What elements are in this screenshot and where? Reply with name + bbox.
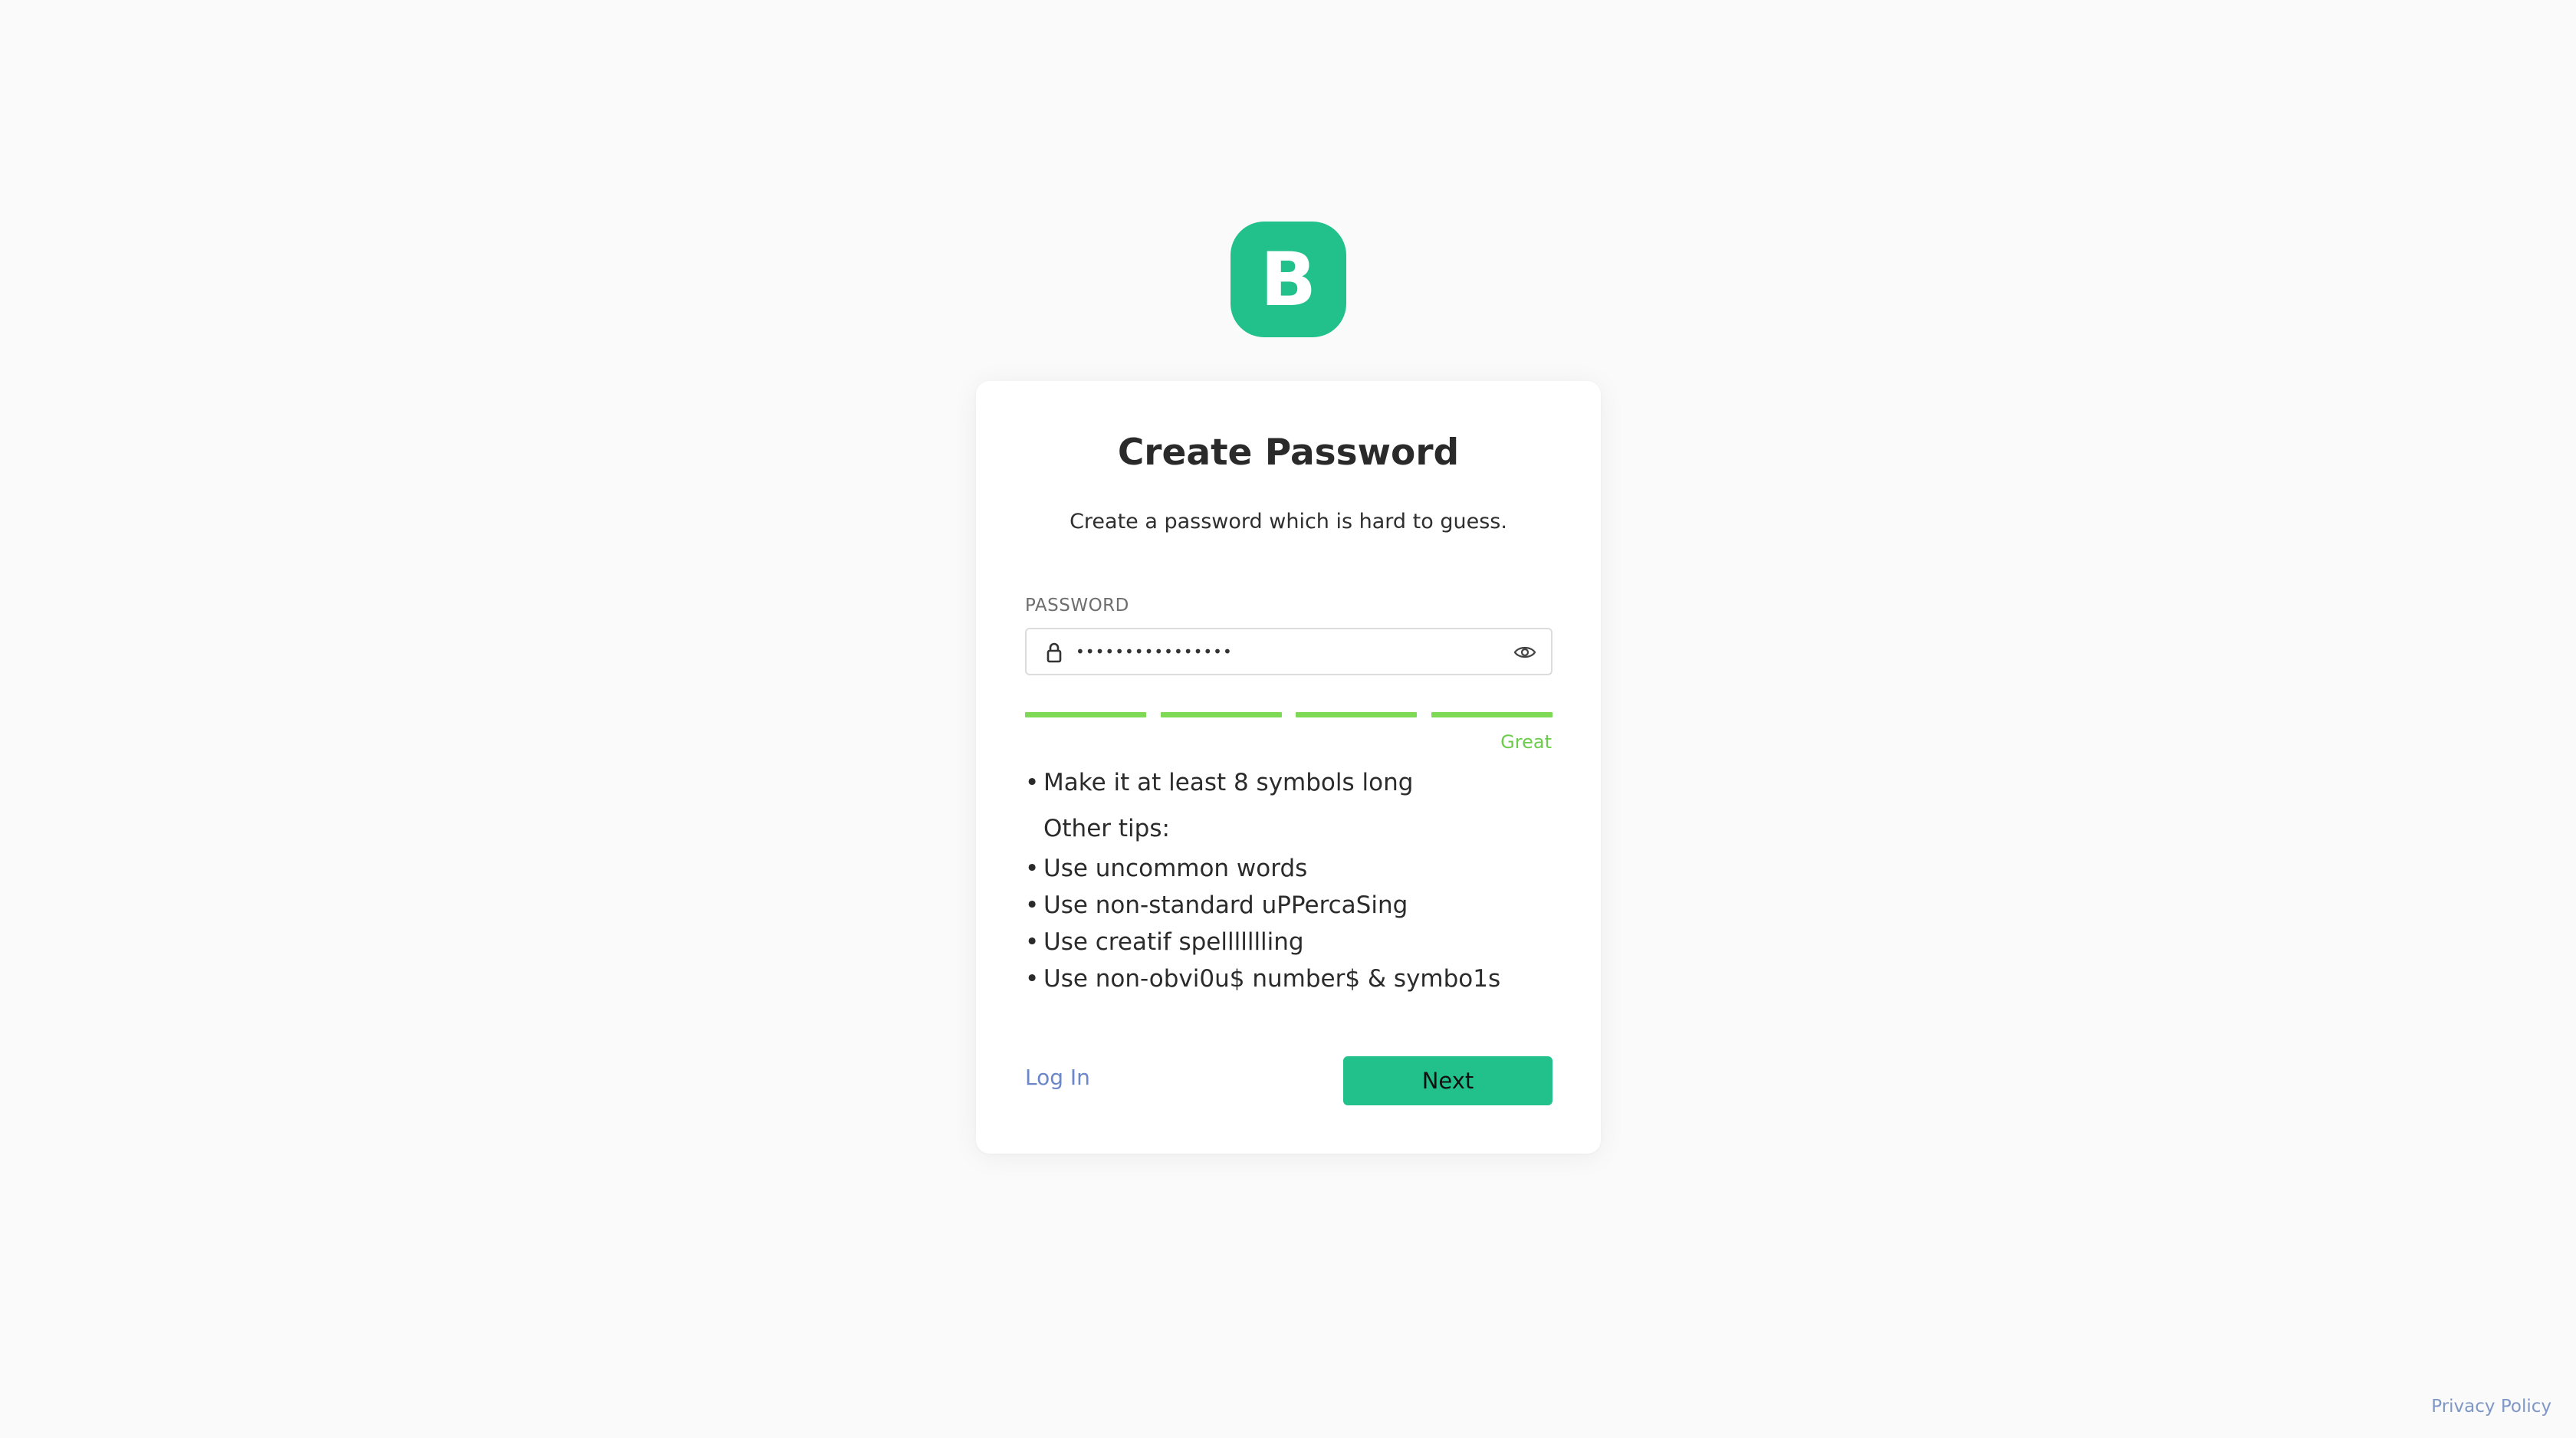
tip-main-text: Make it at least 8 symbols long: [1043, 769, 1414, 796]
strength-label: Great: [1500, 731, 1552, 753]
tip-text: Use non-obvi0u$ number$ & symbo1s: [1043, 965, 1501, 993]
create-password-card: Create Password Create a password which …: [976, 381, 1601, 1154]
password-label: PASSWORD: [1025, 596, 1129, 616]
lock-icon: [1046, 642, 1062, 663]
list-item: • Use creatif spellllllling: [1025, 928, 1304, 956]
page-subtitle: Create a password which is hard to guess…: [1070, 510, 1507, 534]
eye-icon[interactable]: [1513, 642, 1537, 662]
page-title: Create Password: [1117, 432, 1460, 474]
strength-segment: [1296, 712, 1418, 717]
strength-segment: [1025, 712, 1146, 717]
tip-text: Use non-standard uPPercaSing: [1043, 891, 1408, 919]
next-button[interactable]: Next: [1343, 1056, 1552, 1105]
strength-segment: [1431, 712, 1552, 717]
login-link[interactable]: Log In: [1025, 1065, 1090, 1091]
page: B Create Password Create a password whic…: [0, 0, 2576, 1438]
tip-text: Use creatif spellllllling: [1043, 928, 1304, 956]
tips-heading: Other tips:: [1043, 815, 1170, 842]
password-strength-meter: [1025, 712, 1552, 717]
list-item: • Use non-obvi0u$ number$ & symbo1s: [1025, 965, 1501, 993]
tip-main: • Make it at least 8 symbols long: [1025, 769, 1414, 796]
strength-segment: [1160, 712, 1282, 717]
tip-text: Use uncommon words: [1043, 855, 1308, 882]
password-input[interactable]: ••••••••••••••••: [1025, 628, 1552, 675]
password-value: ••••••••••••••••: [1076, 642, 1233, 661]
list-item: • Use uncommon words: [1025, 855, 1308, 882]
list-item: • Use non-standard uPPercaSing: [1025, 891, 1408, 919]
privacy-policy-link[interactable]: Privacy Policy: [2431, 1397, 2551, 1418]
app-logo: B: [1230, 222, 1346, 337]
logo-letter: B: [1260, 236, 1317, 323]
